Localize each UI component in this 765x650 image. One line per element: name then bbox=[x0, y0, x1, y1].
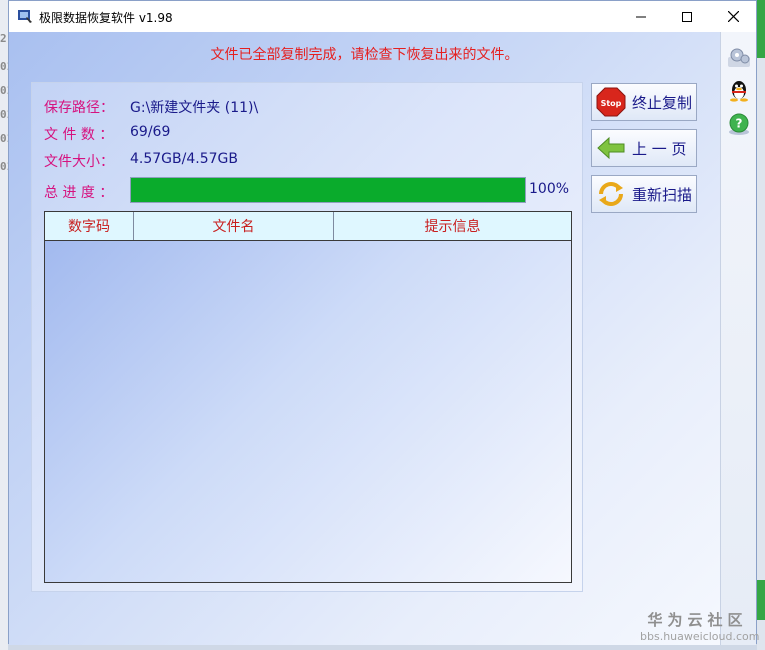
background-fragment: 2 bbox=[0, 32, 7, 45]
close-button[interactable] bbox=[710, 1, 756, 32]
maximize-icon bbox=[682, 11, 692, 22]
save-path-value: G:\新建文件夹 (11)\ bbox=[130, 100, 259, 116]
minimize-icon bbox=[636, 16, 646, 17]
stop-icon: Stop bbox=[596, 87, 626, 117]
watermark-url: bbs.huaweicloud.com bbox=[640, 630, 760, 643]
arrow-left-icon bbox=[597, 136, 625, 160]
close-icon bbox=[727, 11, 739, 22]
settings-shortcut[interactable] bbox=[727, 46, 751, 70]
app-icon bbox=[18, 10, 32, 23]
column-header-message[interactable]: 提示信息 bbox=[334, 212, 571, 240]
gear-icon bbox=[728, 48, 750, 67]
status-message: 文件已全部复制完成，请检查下恢复出来的文件。 bbox=[210, 47, 519, 63]
qq-contact-shortcut[interactable] bbox=[727, 78, 751, 102]
svg-text:?: ? bbox=[736, 117, 743, 131]
help-shortcut[interactable]: ? bbox=[727, 112, 751, 136]
maximize-button[interactable] bbox=[664, 1, 710, 32]
save-path-label: 保存路径： bbox=[44, 100, 114, 116]
column-header-filename[interactable]: 文件名 bbox=[134, 212, 334, 240]
client-area: 文件已全部复制完成，请检查下恢复出来的文件。 保存路径： G:\新建文件夹 (1… bbox=[9, 32, 720, 645]
stop-copy-label: 终止复制 bbox=[632, 93, 693, 112]
watermark: 华为云社区 bbs.huaweicloud.com bbox=[640, 609, 760, 643]
progress-fill bbox=[131, 178, 525, 202]
help-icon: ? bbox=[729, 113, 749, 135]
previous-page-label: 上 一 页 bbox=[632, 139, 687, 158]
file-size-label: 文件大小： bbox=[44, 154, 114, 170]
file-list-table[interactable]: 数字码 文件名 提示信息 bbox=[44, 211, 572, 583]
file-count-value: 69/69 bbox=[130, 124, 171, 140]
table-header: 数字码 文件名 提示信息 bbox=[45, 212, 571, 241]
minimize-button[interactable] bbox=[618, 1, 664, 32]
previous-page-button[interactable]: 上 一 页 bbox=[591, 129, 697, 167]
progress-label: 总 进 度 ： bbox=[44, 185, 114, 201]
background-window-strip: 2 01 01 01 01 01 bbox=[0, 0, 13, 650]
copy-progress-panel: 保存路径： G:\新建文件夹 (11)\ 文 件 数 ： 69/69 文件大小：… bbox=[31, 82, 583, 592]
app-window: 极限数据恢复软件 v1.98 文件已全部复制完成，请检查下恢复出来的文件。 保存… bbox=[8, 0, 757, 645]
refresh-icon bbox=[599, 182, 623, 206]
file-count-label: 文 件 数 ： bbox=[44, 127, 114, 143]
qq-penguin-icon bbox=[730, 81, 748, 102]
window-title: 极限数据恢复软件 v1.98 bbox=[39, 11, 173, 25]
column-header-code[interactable]: 数字码 bbox=[45, 212, 134, 240]
stop-copy-button[interactable]: Stop 终止复制 bbox=[591, 83, 697, 121]
rescan-button[interactable]: 重新扫描 bbox=[591, 175, 697, 213]
watermark-title: 华为云社区 bbox=[647, 611, 748, 629]
right-edge bbox=[757, 0, 765, 650]
file-size-value: 4.57GB/4.57GB bbox=[130, 151, 238, 167]
stop-icon-text: Stop bbox=[601, 99, 622, 108]
progress-bar bbox=[130, 177, 526, 203]
side-toolbar: ? bbox=[720, 32, 756, 645]
title-bar[interactable]: 极限数据恢复软件 v1.98 bbox=[9, 1, 756, 32]
rescan-label: 重新扫描 bbox=[632, 185, 693, 204]
progress-percent: 100% bbox=[529, 181, 570, 197]
